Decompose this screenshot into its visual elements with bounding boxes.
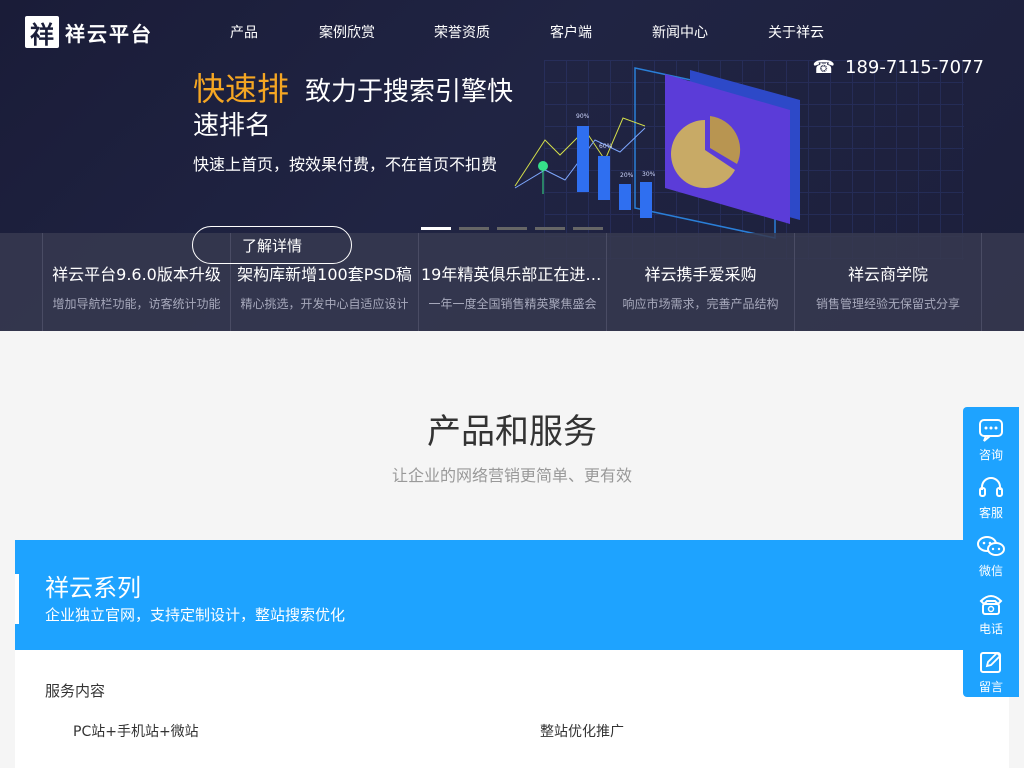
float-consult-button[interactable]: 咨询 <box>963 411 1019 469</box>
hotline[interactable]: ☎ 189-7115-7077 <box>813 57 984 78</box>
float-label: 电话 <box>978 622 1003 636</box>
news-title: 19年精英俱乐部正在进行中 <box>421 265 606 284</box>
hero-title: 快速排 致力于搜索引擎快速排名 <box>193 72 523 143</box>
slide-dot-1[interactable] <box>421 227 451 230</box>
float-label: 微信 <box>978 564 1003 578</box>
news-desc: 响应市场需求，完善产品结构 <box>622 297 779 311</box>
hero-illustration: 90% 60% 20% 30% <box>514 67 800 239</box>
service-content-label: 服务内容 <box>45 682 106 700</box>
card-desc: 企业独立官网，支持定制设计，整站搜索优化 <box>45 606 346 624</box>
nav-item-about[interactable]: 关于祥云 <box>768 22 824 42</box>
news-item[interactable]: 19年精英俱乐部正在进行中 一年一度全国销售精英聚焦盛会 <box>418 233 606 331</box>
illustration-bar-4 <box>640 182 652 218</box>
wechat-icon <box>977 536 1005 556</box>
float-label: 留言 <box>978 680 1003 694</box>
illustration-bar-3 <box>619 184 631 210</box>
illustration-label-2: 60% <box>599 143 613 150</box>
floating-contact-bar: 咨询 客服 微信 电话 留言 <box>963 407 1019 697</box>
illustration-bar-2 <box>598 156 610 200</box>
hero-title-highlight: 快速排 <box>193 70 290 108</box>
float-label: 咨询 <box>978 448 1003 462</box>
illustration-marker <box>538 161 548 171</box>
illustration-label-1: 90% <box>576 113 590 120</box>
learn-more-button[interactable]: 了解详情 <box>192 226 352 264</box>
nav-item-client[interactable]: 客户端 <box>550 22 592 42</box>
card-title: 祥云系列 <box>45 574 141 602</box>
news-title: 祥云携手爱采购 <box>644 265 757 284</box>
news-desc: 精心挑选，开发中心自适应设计 <box>240 297 409 311</box>
float-message-button[interactable]: 留言 <box>963 643 1019 701</box>
nav-item-cases[interactable]: 案例欣赏 <box>319 22 375 42</box>
product-card-body: 服务内容 PC站+手机站+微站 整站优化推广 <box>15 650 1009 768</box>
news-item[interactable]: 祥云商学院 销售管理经验无保留式分享 <box>794 233 982 331</box>
slide-indicators <box>421 227 603 230</box>
edit-icon <box>980 651 1002 673</box>
news-desc: 销售管理经验无保留式分享 <box>815 297 960 311</box>
slide-dot-5[interactable] <box>573 227 603 230</box>
slide-dot-4[interactable] <box>535 227 565 230</box>
news-strip: 祥云平台9.6.0版本升级 增加导航栏功能，访客统计功能 架构库新增100套PS… <box>0 233 1024 331</box>
float-label: 客服 <box>978 506 1003 520</box>
telephone-icon <box>979 595 1003 615</box>
news-item[interactable]: 祥云携手爱采购 响应市场需求，完善产品结构 <box>606 233 794 331</box>
nav-item-news[interactable]: 新闻中心 <box>652 22 708 42</box>
headset-icon <box>979 477 1003 497</box>
section-subtitle: 让企业的网络营销更简单、更有效 <box>391 466 632 485</box>
slide-dot-2[interactable] <box>459 227 489 230</box>
news-desc: 一年一度全国销售精英聚焦盛会 <box>428 297 597 311</box>
news-desc: 增加导航栏功能，访客统计功能 <box>52 297 221 311</box>
float-phone-button[interactable]: 电话 <box>963 585 1019 643</box>
nav-item-products[interactable]: 产品 <box>230 22 258 42</box>
hero-subtitle: 快速上首页，按效果付费，不在首页不扣费 <box>193 155 498 174</box>
slide-dot-3[interactable] <box>497 227 527 230</box>
card-accent-bar <box>15 574 19 624</box>
main-nav: 产品 案例欣赏 荣誉资质 客户端 新闻中心 关于祥云 <box>0 22 1024 44</box>
illustration-label-3: 20% <box>620 172 634 179</box>
news-title: 祥云商学院 <box>847 265 928 284</box>
service-item: 整站优化推广 <box>540 724 624 740</box>
hotline-number: 189-7115-7077 <box>845 57 984 78</box>
illustration-label-4: 30% <box>642 171 656 178</box>
nav-item-honors[interactable]: 荣誉资质 <box>434 22 490 42</box>
float-wechat-button[interactable]: 微信 <box>963 527 1019 585</box>
phone-icon: ☎ <box>812 57 836 78</box>
float-service-button[interactable]: 客服 <box>963 469 1019 527</box>
news-title: 祥云平台9.6.0版本升级 <box>52 265 221 284</box>
illustration-bar-1 <box>577 126 589 192</box>
news-title: 架构库新增100套PSD稿 <box>237 265 412 284</box>
chat-icon <box>979 419 1003 442</box>
hero-banner: 祥 祥云平台 产品 案例欣赏 荣誉资质 客户端 新闻中心 关于祥云 ☎ 189-… <box>0 0 1024 331</box>
product-card-header[interactable]: 祥云系列 企业独立官网，支持定制设计，整站搜索优化 <box>15 540 1009 650</box>
section-title: 产品和服务 <box>427 412 597 452</box>
service-item: PC站+手机站+微站 <box>73 724 199 740</box>
